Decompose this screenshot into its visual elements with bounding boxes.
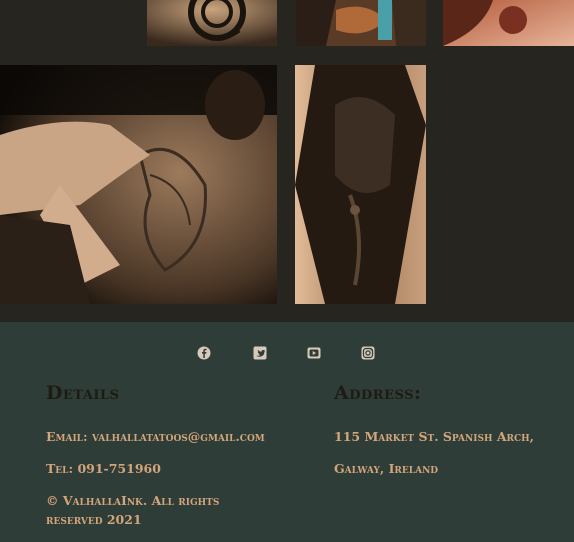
site-footer: Details Email: valhallatatoos@gmail.com … [0, 322, 574, 542]
copyright-text: © ValhallaInk. All rights reserved 2021 [46, 493, 220, 527]
address-line-1: 115 Market St. Spanish Arch, [334, 429, 535, 444]
phone-number[interactable]: Tel: 091-751960 [46, 459, 161, 478]
tattoo-image-red-portrait[interactable] [443, 0, 574, 46]
tattoo-image-ornament-shoulder[interactable] [147, 0, 277, 46]
tattoo-image-back-piece-in-progress[interactable] [0, 65, 277, 304]
address-line-2: Galway, Ireland [334, 461, 439, 476]
email-link[interactable]: Email: valhallatatoos@gmail.com [46, 427, 265, 446]
tattoo-image-koi-sleeve[interactable] [296, 0, 426, 46]
details-heading: Details [46, 382, 120, 404]
tattoo-gallery [0, 0, 574, 322]
tattoo-image-viking-warrior[interactable] [295, 65, 426, 304]
twitter-icon[interactable] [253, 346, 267, 360]
address-heading: Address: [334, 382, 422, 404]
youtube-icon[interactable] [307, 346, 321, 360]
social-links [0, 346, 574, 362]
facebook-icon[interactable] [197, 346, 211, 360]
instagram-icon[interactable] [361, 346, 375, 360]
